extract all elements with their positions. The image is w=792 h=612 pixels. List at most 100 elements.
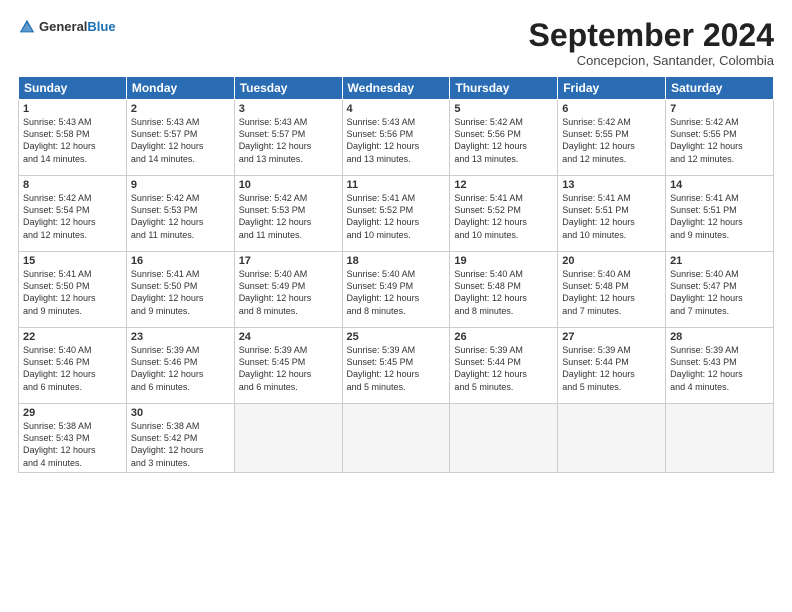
day-info: Sunrise: 5:42 AMSunset: 5:53 PMDaylight:… <box>131 193 204 239</box>
day-number: 2 <box>131 103 230 115</box>
table-row <box>234 404 342 473</box>
table-row: 9 Sunrise: 5:42 AMSunset: 5:53 PMDaylight… <box>126 176 234 252</box>
day-info: Sunrise: 5:40 AMSunset: 5:47 PMDaylight:… <box>670 269 743 315</box>
day-info: Sunrise: 5:42 AMSunset: 5:55 PMDaylight:… <box>670 117 743 163</box>
weekday-header-row: SundayMondayTuesdayWednesdayThursdayFrid… <box>19 77 774 100</box>
day-number: 28 <box>670 331 769 343</box>
day-info: Sunrise: 5:43 AMSunset: 5:57 PMDaylight:… <box>131 117 204 163</box>
day-info: Sunrise: 5:41 AMSunset: 5:52 PMDaylight:… <box>454 193 527 239</box>
day-info: Sunrise: 5:41 AMSunset: 5:50 PMDaylight:… <box>23 269 96 315</box>
day-number: 19 <box>454 255 553 267</box>
day-number: 7 <box>670 103 769 115</box>
day-info: Sunrise: 5:43 AMSunset: 5:57 PMDaylight:… <box>239 117 312 163</box>
day-info: Sunrise: 5:40 AMSunset: 5:46 PMDaylight:… <box>23 345 96 391</box>
day-number: 16 <box>131 255 230 267</box>
table-row: 26Sunrise: 5:39 AMSunset: 5:44 PMDayligh… <box>450 328 558 404</box>
table-row: 20 Sunrise: 5:40 AMSunset: 5:48 PMDayligh… <box>558 252 666 328</box>
table-row: 15 Sunrise: 5:41 AMSunset: 5:50 PMDayligh… <box>19 252 127 328</box>
page: GeneralBlue September 2024 Concepcion, S… <box>0 0 792 612</box>
table-row: 29 Sunrise: 5:38 AMSunset: 5:43 PMDayligh… <box>19 404 127 473</box>
day-number: 5 <box>454 103 553 115</box>
table-row: 21Sunrise: 5:40 AMSunset: 5:47 PMDayligh… <box>666 252 774 328</box>
day-number: 8 <box>23 179 122 191</box>
day-info: Sunrise: 5:40 AMSunset: 5:48 PMDaylight:… <box>454 269 527 315</box>
day-number: 10 <box>239 179 338 191</box>
table-row: 1Sunrise: 5:43 AMSunset: 5:58 PMDaylight… <box>19 100 127 176</box>
weekday-header-sunday: Sunday <box>19 77 127 100</box>
table-row: 14Sunrise: 5:41 AMSunset: 5:51 PMDayligh… <box>666 176 774 252</box>
day-number: 20 <box>562 255 661 267</box>
day-number: 26 <box>454 331 553 343</box>
day-info: Sunrise: 5:41 AMSunset: 5:51 PMDaylight:… <box>562 193 635 239</box>
day-info: Sunrise: 5:39 AMSunset: 5:45 PMDaylight:… <box>239 345 312 391</box>
table-row: 19 Sunrise: 5:40 AMSunset: 5:48 PMDayligh… <box>450 252 558 328</box>
table-row: 25Sunrise: 5:39 AMSunset: 5:45 PMDayligh… <box>342 328 450 404</box>
day-info: Sunrise: 5:39 AMSunset: 5:44 PMDaylight:… <box>562 345 635 391</box>
table-row: 23Sunrise: 5:39 AMSunset: 5:46 PMDayligh… <box>126 328 234 404</box>
day-info: Sunrise: 5:38 AMSunset: 5:42 PMDaylight:… <box>131 421 204 467</box>
day-info: Sunrise: 5:40 AMSunset: 5:49 PMDaylight:… <box>239 269 312 315</box>
calendar: SundayMondayTuesdayWednesdayThursdayFrid… <box>18 76 774 473</box>
header: GeneralBlue September 2024 Concepcion, S… <box>18 18 774 68</box>
day-number: 4 <box>347 103 446 115</box>
table-row: 6 Sunrise: 5:42 AMSunset: 5:55 PMDaylight… <box>558 100 666 176</box>
day-number: 24 <box>239 331 338 343</box>
day-info: Sunrise: 5:41 AMSunset: 5:51 PMDaylight:… <box>670 193 743 239</box>
day-number: 29 <box>23 407 122 419</box>
day-number: 22 <box>23 331 122 343</box>
table-row: 8 Sunrise: 5:42 AMSunset: 5:54 PMDaylight… <box>19 176 127 252</box>
day-number: 11 <box>347 179 446 191</box>
weekday-header-thursday: Thursday <box>450 77 558 100</box>
day-number: 6 <box>562 103 661 115</box>
table-row: 17 Sunrise: 5:40 AMSunset: 5:49 PMDayligh… <box>234 252 342 328</box>
table-row: 10 Sunrise: 5:42 AMSunset: 5:53 PMDayligh… <box>234 176 342 252</box>
table-row <box>450 404 558 473</box>
table-row: 2 Sunrise: 5:43 AMSunset: 5:57 PMDaylight… <box>126 100 234 176</box>
table-row: 27 Sunrise: 5:39 AMSunset: 5:44 PMDayligh… <box>558 328 666 404</box>
day-number: 17 <box>239 255 338 267</box>
day-info: Sunrise: 5:43 AMSunset: 5:58 PMDaylight:… <box>23 117 96 163</box>
table-row: 18Sunrise: 5:40 AMSunset: 5:49 PMDayligh… <box>342 252 450 328</box>
table-row: 11 Sunrise: 5:41 AMSunset: 5:52 PMDayligh… <box>342 176 450 252</box>
day-info: Sunrise: 5:42 AMSunset: 5:55 PMDaylight:… <box>562 117 635 163</box>
weekday-header-tuesday: Tuesday <box>234 77 342 100</box>
day-info: Sunrise: 5:42 AMSunset: 5:56 PMDaylight:… <box>454 117 527 163</box>
day-number: 30 <box>131 407 230 419</box>
day-info: Sunrise: 5:40 AMSunset: 5:48 PMDaylight:… <box>562 269 635 315</box>
calendar-week-1: 1Sunrise: 5:43 AMSunset: 5:58 PMDaylight… <box>19 100 774 176</box>
day-number: 27 <box>562 331 661 343</box>
day-info: Sunrise: 5:42 AMSunset: 5:53 PMDaylight:… <box>239 193 312 239</box>
title-block: September 2024 Concepcion, Santander, Co… <box>529 18 774 68</box>
day-info: Sunrise: 5:41 AMSunset: 5:50 PMDaylight:… <box>131 269 204 315</box>
logo: GeneralBlue <box>18 18 116 36</box>
day-info: Sunrise: 5:41 AMSunset: 5:52 PMDaylight:… <box>347 193 420 239</box>
table-row: 3 Sunrise: 5:43 AMSunset: 5:57 PMDaylight… <box>234 100 342 176</box>
calendar-week-4: 22 Sunrise: 5:40 AMSunset: 5:46 PMDayligh… <box>19 328 774 404</box>
location-subtitle: Concepcion, Santander, Colombia <box>529 53 774 68</box>
day-number: 15 <box>23 255 122 267</box>
day-number: 3 <box>239 103 338 115</box>
table-row <box>558 404 666 473</box>
weekday-header-wednesday: Wednesday <box>342 77 450 100</box>
table-row <box>666 404 774 473</box>
day-info: Sunrise: 5:39 AMSunset: 5:43 PMDaylight:… <box>670 345 743 391</box>
day-number: 18 <box>347 255 446 267</box>
table-row: 24 Sunrise: 5:39 AMSunset: 5:45 PMDayligh… <box>234 328 342 404</box>
day-number: 23 <box>131 331 230 343</box>
day-info: Sunrise: 5:42 AMSunset: 5:54 PMDaylight:… <box>23 193 96 239</box>
calendar-week-3: 15 Sunrise: 5:41 AMSunset: 5:50 PMDayligh… <box>19 252 774 328</box>
day-info: Sunrise: 5:39 AMSunset: 5:45 PMDaylight:… <box>347 345 420 391</box>
table-row: 12 Sunrise: 5:41 AMSunset: 5:52 PMDayligh… <box>450 176 558 252</box>
weekday-header-saturday: Saturday <box>666 77 774 100</box>
logo-general: General <box>39 19 87 34</box>
calendar-week-2: 8 Sunrise: 5:42 AMSunset: 5:54 PMDaylight… <box>19 176 774 252</box>
day-number: 9 <box>131 179 230 191</box>
table-row: 16 Sunrise: 5:41 AMSunset: 5:50 PMDayligh… <box>126 252 234 328</box>
table-row: 22 Sunrise: 5:40 AMSunset: 5:46 PMDayligh… <box>19 328 127 404</box>
day-number: 12 <box>454 179 553 191</box>
day-number: 13 <box>562 179 661 191</box>
logo-icon <box>18 18 36 36</box>
weekday-header-friday: Friday <box>558 77 666 100</box>
logo-blue: Blue <box>87 19 115 34</box>
day-info: Sunrise: 5:38 AMSunset: 5:43 PMDaylight:… <box>23 421 96 467</box>
